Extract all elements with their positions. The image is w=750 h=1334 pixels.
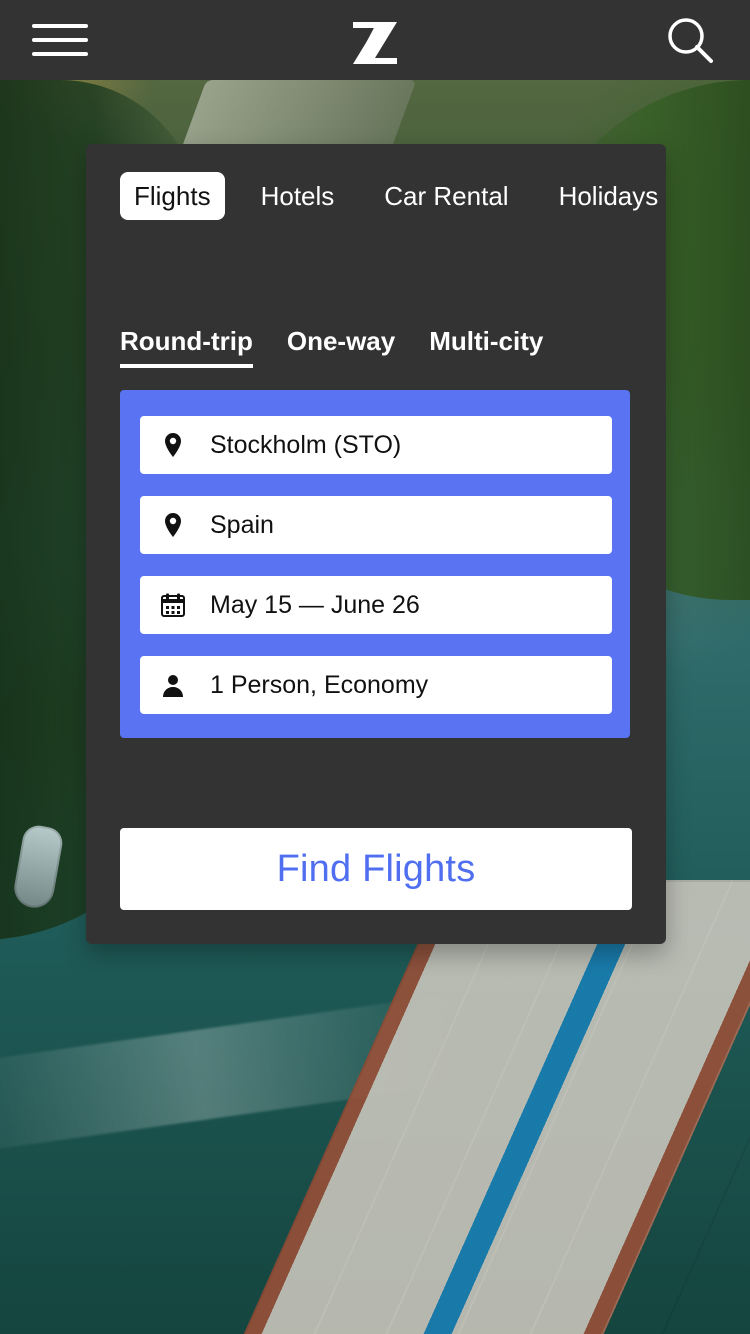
flight-search-card: Flights Hotels Car Rental Holidays Round… xyxy=(86,144,666,944)
location-pin-icon xyxy=(160,432,186,458)
calendar-icon xyxy=(160,592,186,618)
search-button[interactable] xyxy=(660,10,720,70)
trip-type-label: One-way xyxy=(286,326,396,356)
hamburger-menu-button[interactable] xyxy=(30,10,90,70)
destination-value: Spain xyxy=(210,510,274,539)
tab-holidays[interactable]: Holidays xyxy=(545,172,673,220)
find-flights-button[interactable]: Find Flights xyxy=(120,828,632,910)
tab-label: Hotels xyxy=(260,181,335,211)
origin-value: Stockholm (STO) xyxy=(210,430,402,459)
tab-flights[interactable]: Flights xyxy=(120,172,225,220)
passengers-value: 1 Person, Economy xyxy=(210,670,429,699)
tab-label: Flights xyxy=(134,181,211,211)
z-logo-icon xyxy=(353,22,397,64)
search-icon xyxy=(668,18,713,63)
search-form-panel: Stockholm (STO) Spain May 15 — June 26 1… xyxy=(120,390,630,738)
destination-field[interactable]: Spain xyxy=(140,496,612,554)
trip-type-round-trip[interactable]: Round-trip xyxy=(120,328,253,368)
top-app-bar xyxy=(0,0,750,80)
passengers-field[interactable]: 1 Person, Economy xyxy=(140,656,612,714)
tab-label: Holidays xyxy=(558,181,659,211)
category-tabs: Flights Hotels Car Rental Holidays xyxy=(120,172,672,220)
tab-car-rental[interactable]: Car Rental xyxy=(370,172,522,220)
trip-type-label: Round-trip xyxy=(120,326,253,356)
origin-field[interactable]: Stockholm (STO) xyxy=(140,416,612,474)
trip-type-one-way[interactable]: One-way xyxy=(287,328,395,364)
tab-hotels[interactable]: Hotels xyxy=(247,172,349,220)
z-logo[interactable] xyxy=(345,10,405,70)
dates-value: May 15 — June 26 xyxy=(210,590,420,619)
find-flights-label: Find Flights xyxy=(276,847,476,890)
location-pin-icon xyxy=(160,512,186,538)
trip-type-multi-city[interactable]: Multi-city xyxy=(429,328,543,364)
trip-type-tabs: Round-trip One-way Multi-city xyxy=(120,328,543,368)
trip-type-label: Multi-city xyxy=(429,326,544,356)
hamburger-menu-icon xyxy=(32,24,88,56)
dates-field[interactable]: May 15 — June 26 xyxy=(140,576,612,634)
tab-label: Car Rental xyxy=(384,181,509,211)
person-icon xyxy=(160,672,186,698)
